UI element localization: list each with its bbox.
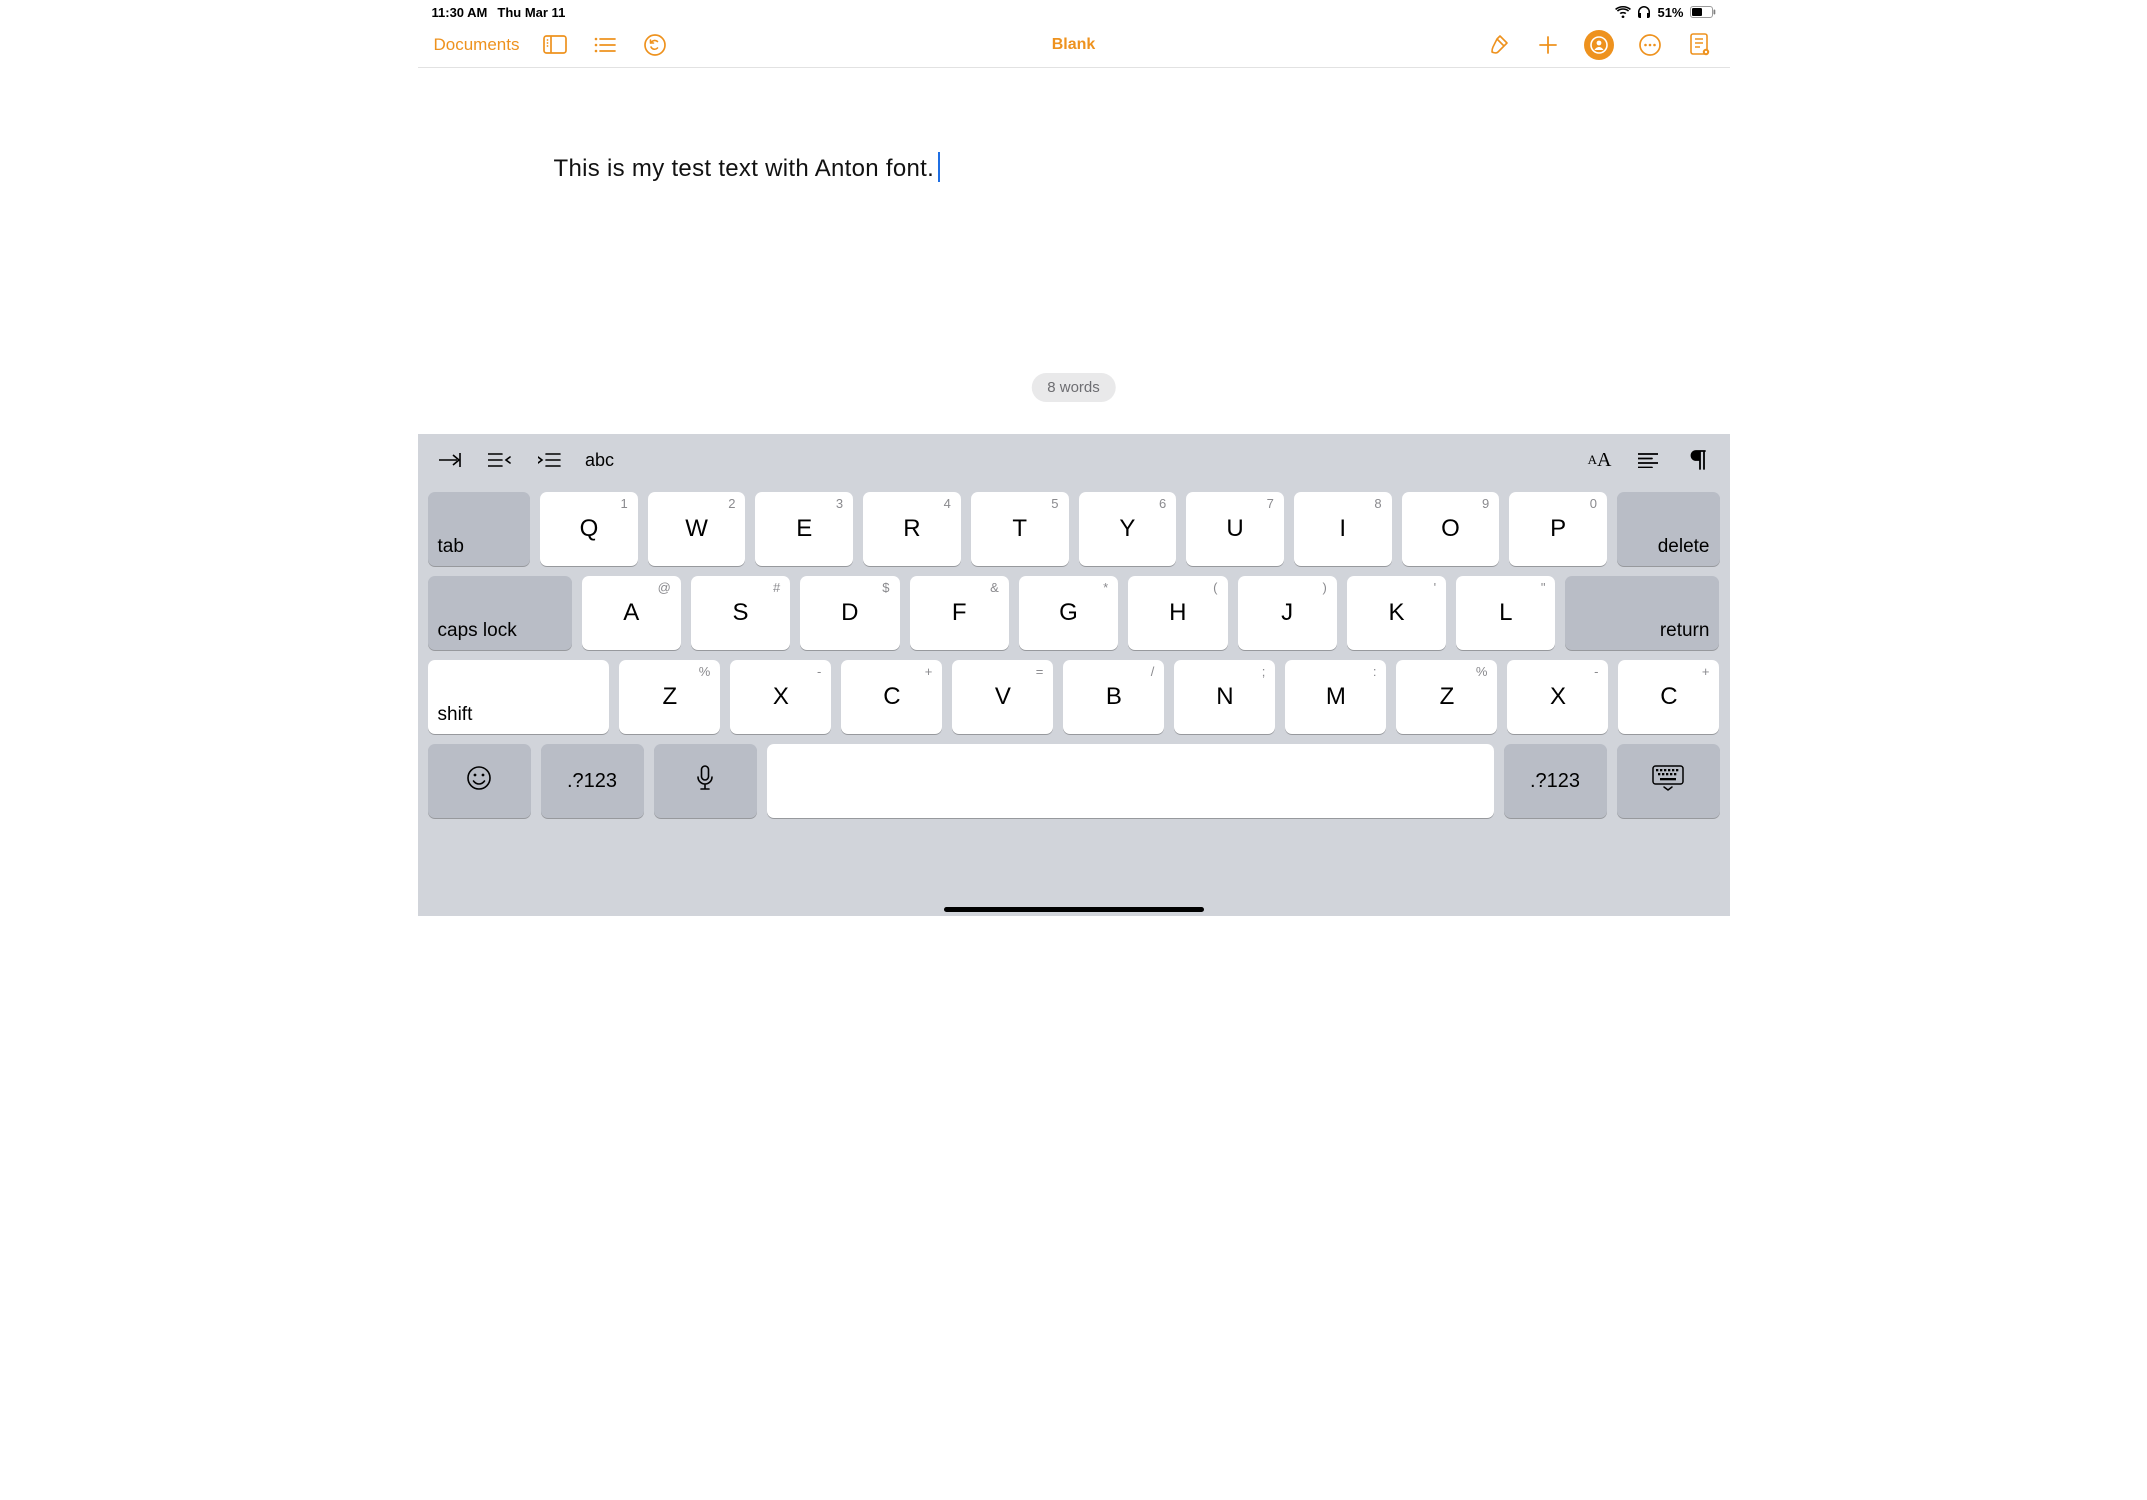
dismiss-keyboard-icon [1652, 765, 1684, 798]
key-symbols-right[interactable]: .?123 [1504, 744, 1607, 818]
wifi-icon [1615, 6, 1631, 18]
key-c[interactable]: +C [1618, 660, 1719, 734]
key-d[interactable]: $D [800, 576, 899, 650]
align-icon[interactable] [1634, 446, 1662, 474]
key-h[interactable]: (H [1128, 576, 1227, 650]
key-r[interactable]: 4R [863, 492, 961, 566]
document-canvas[interactable]: This is my test text with Anton font. 8 … [418, 68, 1730, 412]
key-shift-left[interactable]: shift [428, 660, 610, 734]
key-dismiss-keyboard[interactable] [1617, 744, 1720, 818]
status-bar: 11:30 AM Thu Mar 11 51% [418, 0, 1730, 22]
key-w[interactable]: 2W [648, 492, 746, 566]
collaborate-icon[interactable] [1584, 30, 1614, 60]
key-tab[interactable]: tab [428, 492, 531, 566]
key-a[interactable]: @A [582, 576, 681, 650]
key-o[interactable]: 9O [1402, 492, 1500, 566]
key-j[interactable]: )J [1238, 576, 1337, 650]
key-v[interactable]: =V [952, 660, 1053, 734]
list-icon[interactable] [591, 31, 619, 59]
key-f[interactable]: &F [910, 576, 1009, 650]
insert-plus-icon[interactable] [1534, 31, 1562, 59]
format-brush-icon[interactable] [1484, 31, 1512, 59]
key-b[interactable]: /B [1063, 660, 1164, 734]
key-z[interactable]: %Z [619, 660, 720, 734]
panel-toggle-icon[interactable] [541, 31, 569, 59]
key-u[interactable]: 7U [1186, 492, 1284, 566]
status-time: 11:30 AM [432, 5, 488, 20]
word-count-pill[interactable]: 8 words [1031, 373, 1116, 402]
battery-percent: 51% [1657, 5, 1683, 20]
status-date: Thu Mar 11 [497, 5, 565, 20]
documents-back-button[interactable]: Documents [434, 35, 520, 55]
indent-right-icon[interactable] [436, 446, 464, 474]
microphone-icon [696, 765, 714, 798]
key-delete[interactable]: delete [1617, 492, 1720, 566]
key-x[interactable]: -X [730, 660, 831, 734]
key-c[interactable]: +C [841, 660, 942, 734]
undo-icon[interactable] [641, 31, 669, 59]
key-i[interactable]: 8I [1294, 492, 1392, 566]
text-cursor [938, 152, 940, 182]
app-toolbar: Documents Blank [418, 22, 1730, 68]
key-space[interactable] [767, 744, 1494, 818]
key-g[interactable]: *G [1019, 576, 1118, 650]
emoji-icon [466, 765, 492, 798]
key-emoji[interactable] [428, 744, 531, 818]
key-return[interactable]: return [1565, 576, 1719, 650]
key-m[interactable]: :M [1285, 660, 1386, 734]
key-e[interactable]: 3E [755, 492, 853, 566]
document-text[interactable]: This is my test text with Anton font. [554, 155, 935, 183]
key-x[interactable]: -X [1507, 660, 1608, 734]
key-q[interactable]: 1Q [540, 492, 638, 566]
outdent-icon[interactable] [486, 446, 514, 474]
battery-icon [1690, 6, 1716, 18]
home-indicator[interactable] [944, 907, 1204, 912]
key-t[interactable]: 5T [971, 492, 1069, 566]
key-s[interactable]: #S [691, 576, 790, 650]
key-y[interactable]: 6Y [1079, 492, 1177, 566]
key-capslock[interactable]: caps lock [428, 576, 572, 650]
key-symbols-left[interactable]: .?123 [541, 744, 644, 818]
key-dictate[interactable] [654, 744, 757, 818]
key-z[interactable]: %Z [1396, 660, 1497, 734]
abc-label[interactable]: abc [586, 446, 614, 474]
indent-icon[interactable] [536, 446, 564, 474]
onscreen-keyboard: abc AA tab 1Q2W3E4R5T6Y7U8I9O0Pdelete [418, 434, 1730, 916]
text-size-icon[interactable]: AA [1588, 446, 1612, 474]
more-icon[interactable] [1636, 31, 1664, 59]
key-p[interactable]: 0P [1509, 492, 1607, 566]
keyboard-shortcut-bar: abc AA [418, 434, 1730, 486]
paragraph-icon[interactable] [1684, 446, 1712, 474]
headphones-icon [1637, 6, 1651, 19]
key-n[interactable]: ;N [1174, 660, 1275, 734]
key-l[interactable]: "L [1456, 576, 1555, 650]
key-k[interactable]: 'K [1347, 576, 1446, 650]
document-settings-icon[interactable] [1686, 31, 1714, 59]
